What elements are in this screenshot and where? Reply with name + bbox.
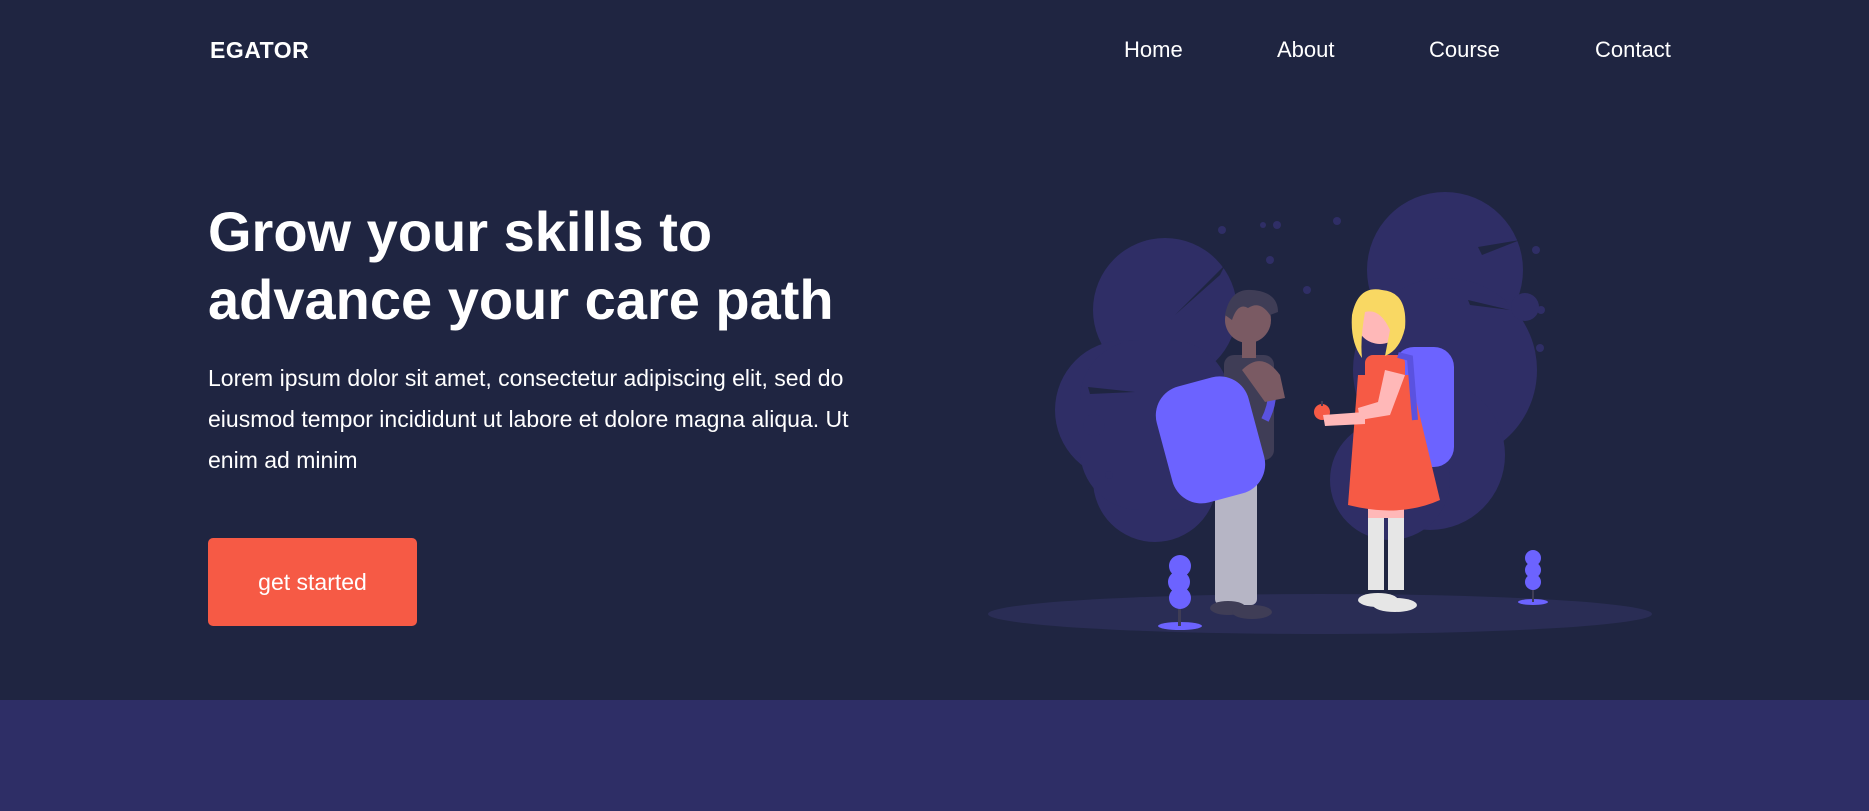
get-started-button[interactable]: get started xyxy=(208,538,417,626)
hero-headline: Grow your skills to advance your care pa… xyxy=(208,200,834,331)
nav-link-about[interactable]: About xyxy=(1277,37,1335,63)
hero-subtext: Lorem ipsum dolor sit amet, consectetur … xyxy=(208,365,849,473)
nav-link-contact[interactable]: Contact xyxy=(1595,37,1671,63)
nav-link-home[interactable]: Home xyxy=(1124,37,1183,63)
nav-link-course[interactable]: Course xyxy=(1429,37,1500,63)
hero-section: EGATOR Home About Course Contact Grow yo… xyxy=(0,0,1869,700)
next-section-band xyxy=(0,700,1869,811)
ground-shadow xyxy=(988,594,1652,634)
plant-right-icon xyxy=(1518,550,1548,605)
main-nav: Home About Course Contact xyxy=(0,37,1869,67)
students-illustration xyxy=(988,192,1652,634)
